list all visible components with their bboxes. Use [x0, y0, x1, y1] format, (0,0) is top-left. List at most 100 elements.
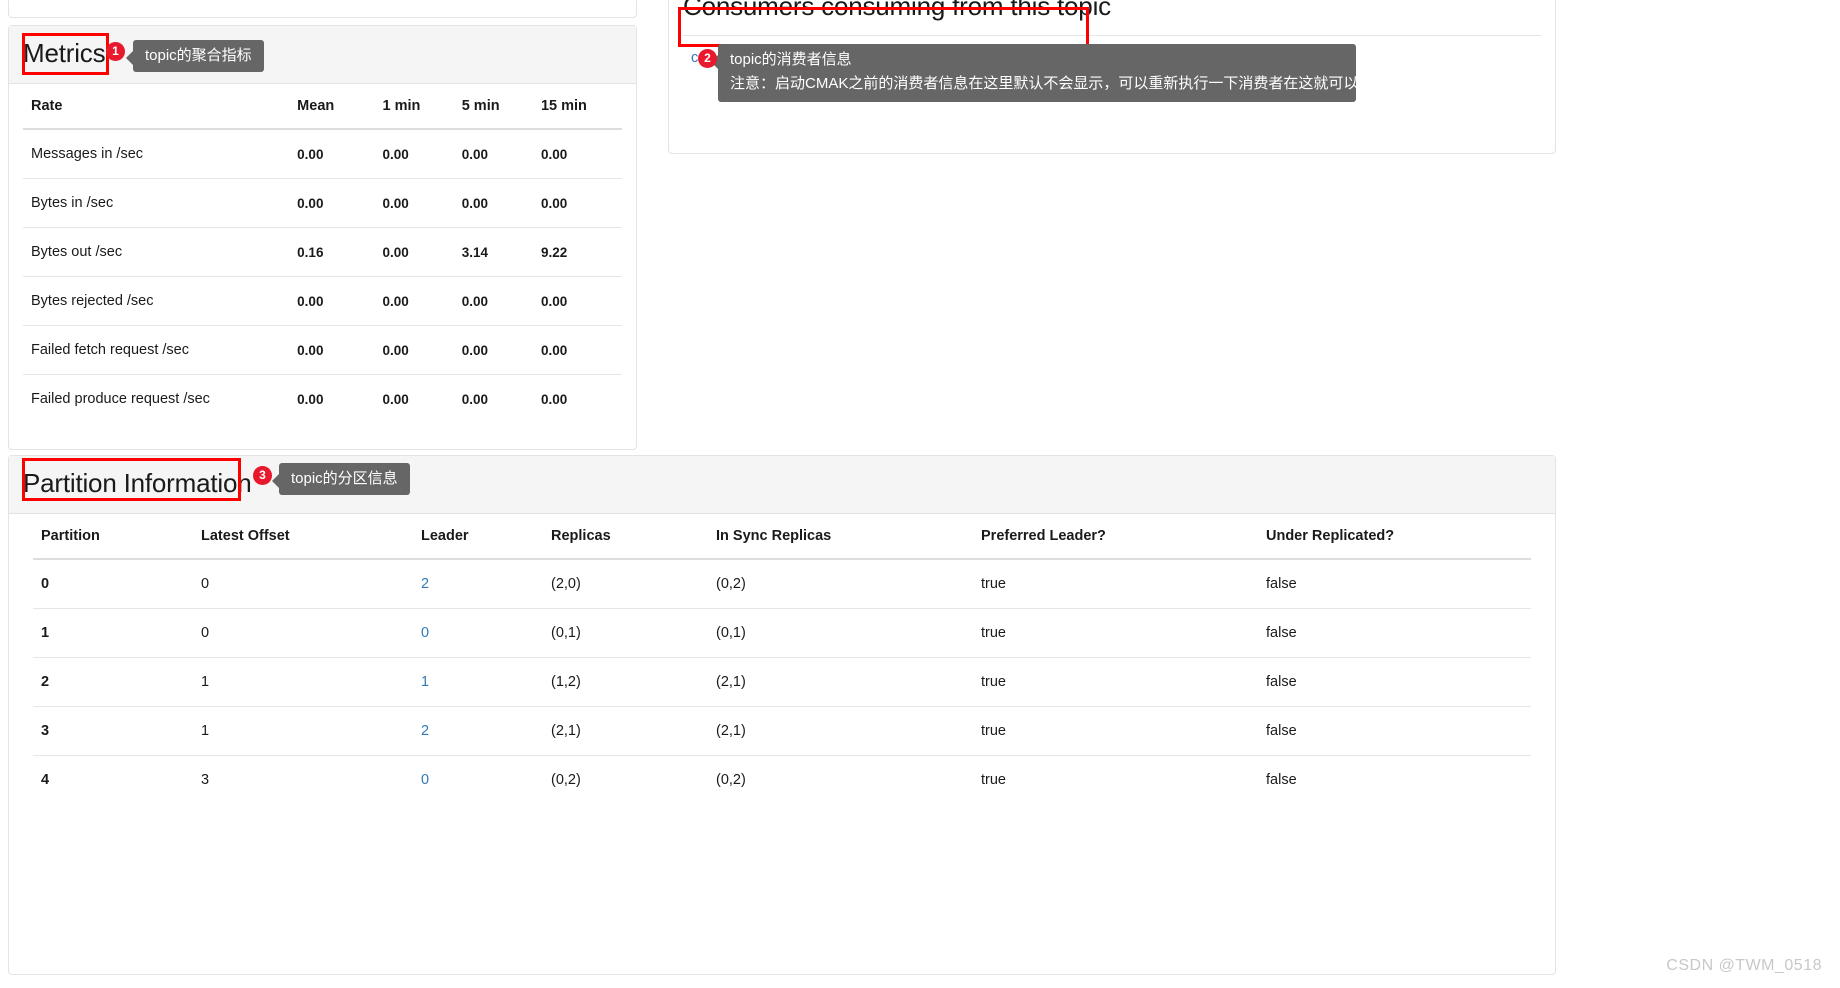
metrics-rate-label: Bytes in /sec — [23, 178, 290, 228]
metrics-title: Metrics — [23, 38, 106, 68]
leader-link[interactable]: 2 — [421, 723, 429, 739]
partition-panel-heading: Partition Information — [9, 456, 1555, 514]
metrics-5min-value: 0.00 — [453, 276, 533, 326]
partition-isr: (2,1) — [708, 706, 973, 756]
partition-leader: 0 — [413, 608, 543, 658]
partition-preferred-leader: true — [973, 608, 1258, 658]
metrics-col-1min: 1 min — [374, 84, 454, 130]
table-row: Failed produce request /sec 0.00 0.00 0.… — [23, 374, 622, 423]
table-row: 3 1 2 (2,1) (2,1) true false — [33, 706, 1531, 756]
partition-preferred-leader: true — [973, 755, 1258, 804]
partition-header-row: Partition Latest Offset Leader Replicas … — [33, 514, 1531, 560]
partition-latest-offset: 0 — [193, 608, 413, 658]
partition-under-replicated: false — [1266, 576, 1297, 592]
partition-preferred-leader: true — [973, 657, 1258, 707]
partition-col-leader: Leader — [413, 514, 543, 560]
table-row: 4 3 0 (0,2) (0,2) true false — [33, 755, 1531, 804]
annotation-callout-consumers: topic的消费者信息 注意：启动CMAK之前的消费者信息在这里默认不会显示，可… — [711, 44, 1404, 102]
leader-link[interactable]: 1 — [421, 674, 429, 690]
metrics-rate-label: Bytes rejected /sec — [23, 276, 290, 326]
metrics-mean-value: 0.16 — [289, 227, 375, 277]
partition-preferred-leader: true — [981, 576, 1006, 592]
partition-replicas: (0,2) — [543, 755, 708, 804]
metrics-15min-value: 0.00 — [532, 276, 622, 326]
partition-isr: (0,2) — [708, 755, 973, 804]
metrics-mean-value: 0.00 — [289, 178, 375, 228]
table-row: 1 0 0 (0,1) (0,1) true false — [33, 608, 1531, 658]
partition-id: 2 — [33, 657, 193, 707]
table-row: Messages in /sec 0.00 0.00 0.00 0.00 — [23, 129, 622, 179]
metrics-panel-body: Rate Mean 1 min 5 min 15 min Messages in… — [9, 84, 636, 423]
partition-leader: 2 — [413, 559, 543, 609]
partition-id: 1 — [33, 608, 193, 658]
metrics-1min-value: 0.00 — [382, 146, 409, 162]
metrics-panel: Metrics Rate Mean 1 min 5 min 15 min Mes… — [8, 25, 637, 450]
annotation-badge-2: 2 — [698, 49, 717, 68]
partition-latest-offset: 3 — [193, 755, 413, 804]
metrics-mean-value: 0.00 — [297, 146, 324, 162]
partition-col-partition: Partition — [33, 514, 193, 560]
metrics-1min-value: 0.00 — [374, 374, 454, 423]
metrics-panel-heading: Metrics — [9, 26, 636, 84]
partition-under-replicated: false — [1258, 608, 1531, 658]
consumers-panel-heading: Consumers consuming from this topic — [669, 0, 1555, 35]
partition-id: 0 — [41, 576, 50, 592]
partition-latest-offset: 0 — [201, 576, 210, 592]
partition-preferred-leader: true — [973, 706, 1258, 756]
metrics-rate-label: Messages in /sec — [31, 146, 144, 162]
table-row: 2 1 1 (1,2) (2,1) true false — [33, 657, 1531, 707]
table-row: 0 0 2 (2,0) (0,2) true false — [33, 559, 1531, 609]
partition-leader: 1 — [413, 657, 543, 707]
metrics-rate-label: Failed fetch request /sec — [23, 325, 290, 375]
metrics-mean-value: 0.00 — [289, 276, 375, 326]
partition-isr: (0,1) — [708, 608, 973, 658]
metrics-1min-value: 0.00 — [374, 325, 454, 375]
annotation-badge-3: 3 — [253, 466, 272, 485]
metrics-5min-value: 0.00 — [453, 374, 533, 423]
leader-link[interactable]: 2 — [421, 576, 429, 592]
partition-replicas: (2,1) — [543, 706, 708, 756]
partition-under-replicated: false — [1258, 755, 1531, 804]
consumers-callout-line1: topic的消费者信息 — [730, 51, 852, 68]
partition-under-replicated: false — [1258, 657, 1531, 707]
partition-leader: 0 — [413, 755, 543, 804]
partition-col-under-replicated: Under Replicated? — [1258, 514, 1531, 560]
partition-table-body: 0 0 2 (2,0) (0,2) true false 1 0 0 (0,1)… — [33, 559, 1531, 804]
annotation-callout-metrics: topic的聚合指标 — [126, 40, 264, 72]
partition-isr: (2,1) — [708, 657, 973, 707]
metrics-col-mean: Mean — [289, 84, 375, 130]
metrics-col-5min: 5 min — [453, 84, 533, 130]
metrics-mean-value: 0.00 — [289, 374, 375, 423]
leader-link[interactable]: 0 — [421, 772, 429, 788]
partition-id: 3 — [33, 706, 193, 756]
csdn-watermark: CSDN @TWM_0518 — [1666, 957, 1822, 974]
page-root: Metrics Rate Mean 1 min 5 min 15 min Mes… — [0, 0, 1840, 988]
annotation-badge-1: 1 — [106, 42, 125, 61]
partition-col-preferred-leader: Preferred Leader? — [973, 514, 1258, 560]
partition-id: 4 — [33, 755, 193, 804]
partition-isr: (0,2) — [716, 576, 746, 592]
partition-table: Partition Latest Offset Leader Replicas … — [33, 514, 1531, 804]
metrics-15min-value: 0.00 — [532, 178, 622, 228]
metrics-col-rate: Rate — [23, 84, 290, 130]
partition-panel-body: Partition Latest Offset Leader Replicas … — [9, 514, 1555, 804]
metrics-rate-label: Failed produce request /sec — [23, 374, 290, 423]
table-row: Bytes rejected /sec 0.00 0.00 0.00 0.00 — [23, 276, 622, 326]
metrics-5min-value: 0.00 — [453, 325, 533, 375]
metrics-header-row: Rate Mean 1 min 5 min 15 min — [23, 84, 622, 130]
metrics-col-15min: 15 min — [532, 84, 622, 130]
metrics-15min-value: 0.00 — [540, 146, 568, 162]
partition-col-latest-offset: Latest Offset — [193, 514, 413, 560]
leader-link[interactable]: 0 — [421, 625, 429, 641]
consumers-callout-line2: 注意：启动CMAK之前的消费者信息在这里默认不会显示，可以重新执行一下消费者在这… — [730, 75, 1404, 92]
partition-under-replicated: false — [1258, 706, 1531, 756]
consumers-title: Consumers consuming from this topic — [683, 0, 1111, 21]
metrics-15min-value: 9.22 — [532, 227, 622, 277]
table-row: Bytes out /sec 0.16 0.00 3.14 9.22 — [23, 227, 622, 277]
partition-latest-offset: 1 — [193, 706, 413, 756]
upper-panel-stub — [8, 0, 637, 18]
metrics-1min-value: 0.00 — [374, 276, 454, 326]
metrics-1min-value: 0.00 — [374, 178, 454, 228]
partition-leader: 2 — [413, 706, 543, 756]
metrics-table: Rate Mean 1 min 5 min 15 min Messages in… — [23, 84, 622, 423]
